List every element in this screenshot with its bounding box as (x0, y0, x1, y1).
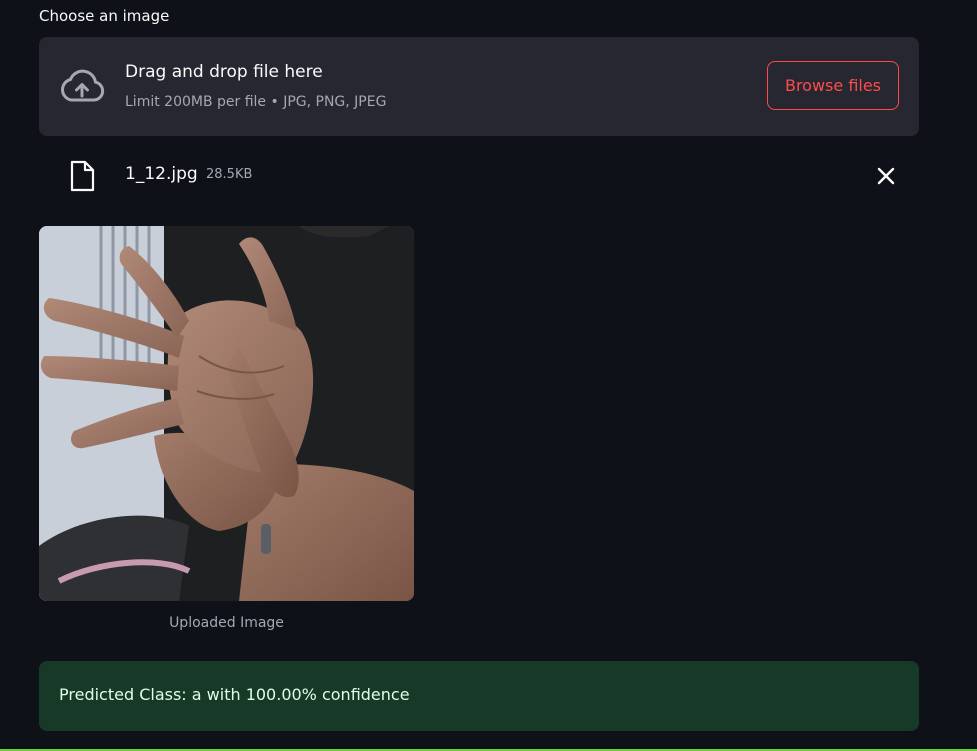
dropzone-hint: Limit 200MB per file • JPG, PNG, JPEG (125, 94, 387, 110)
cloud-upload-icon (61, 69, 105, 102)
prediction-alert: Predicted Class: a with 100.00% confiden… (39, 661, 919, 731)
file-size: 28.5KB (206, 167, 253, 182)
file-dropzone[interactable]: Drag and drop file here Limit 200MB per … (39, 37, 919, 136)
file-name: 1_12.jpg (125, 164, 198, 184)
uploaded-image (39, 226, 414, 601)
file-icon (70, 160, 95, 192)
close-icon[interactable] (873, 163, 899, 189)
prediction-text: Predicted Class: a with 100.00% confiden… (59, 685, 410, 704)
dropzone-title: Drag and drop file here (125, 62, 323, 82)
uploaded-file-row: 1_12.jpg 28.5KB (39, 155, 919, 195)
browse-files-button[interactable]: Browse files (767, 61, 899, 110)
hand-photo (39, 226, 414, 601)
uploader-label: Choose an image (39, 7, 170, 25)
image-caption: Uploaded Image (169, 615, 284, 631)
